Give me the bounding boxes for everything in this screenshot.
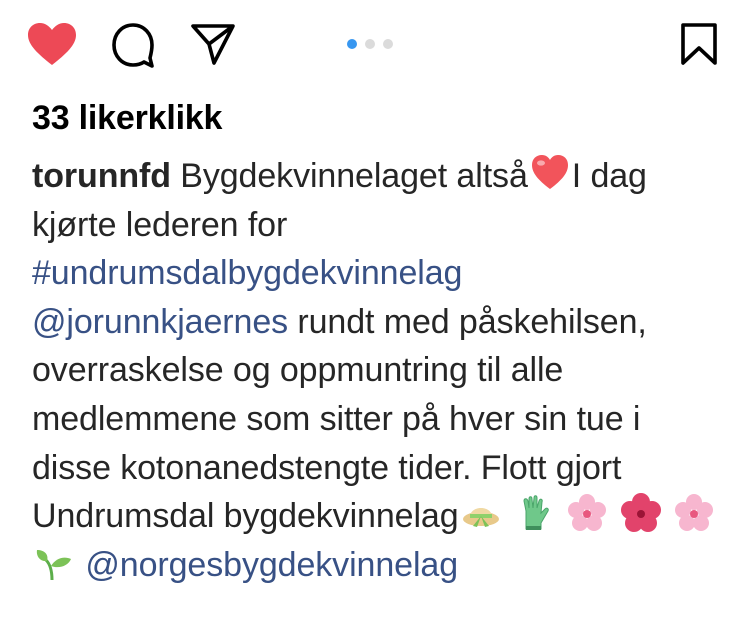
post-caption: torunnfd Bygdekvinnelaget altså I dag kjø… bbox=[32, 152, 722, 589]
carousel-indicator bbox=[347, 39, 393, 51]
red-heart-emoji bbox=[530, 153, 570, 193]
hashtag-link[interactable]: #undrumsdalbygdekvinnelag bbox=[32, 254, 462, 292]
cherry-blossom-emoji bbox=[674, 493, 714, 533]
post-action-bar bbox=[0, 0, 750, 90]
carousel-dot bbox=[365, 39, 375, 49]
seedling-emoji bbox=[34, 542, 74, 582]
gloves-emoji bbox=[514, 493, 554, 533]
caption-username[interactable]: torunnfd bbox=[32, 157, 171, 195]
caption-text: Bygdekvinnelaget altså bbox=[170, 157, 528, 195]
hat-with-bow-emoji bbox=[461, 493, 501, 533]
carousel-dot bbox=[347, 39, 357, 49]
hibiscus-emoji bbox=[620, 493, 661, 533]
mention-link[interactable]: @jorunnkjaernes bbox=[32, 303, 288, 341]
bookmark-icon[interactable] bbox=[680, 22, 718, 66]
likes-count[interactable]: 33 likerklikk bbox=[32, 96, 222, 140]
carousel-dot bbox=[383, 39, 393, 49]
heart-icon[interactable] bbox=[26, 21, 78, 67]
paper-plane-icon[interactable] bbox=[190, 22, 236, 66]
comment-icon[interactable] bbox=[110, 22, 156, 68]
mention-link[interactable]: @norgesbygdekvinnelag bbox=[85, 546, 458, 584]
cherry-blossom-emoji bbox=[567, 493, 607, 533]
